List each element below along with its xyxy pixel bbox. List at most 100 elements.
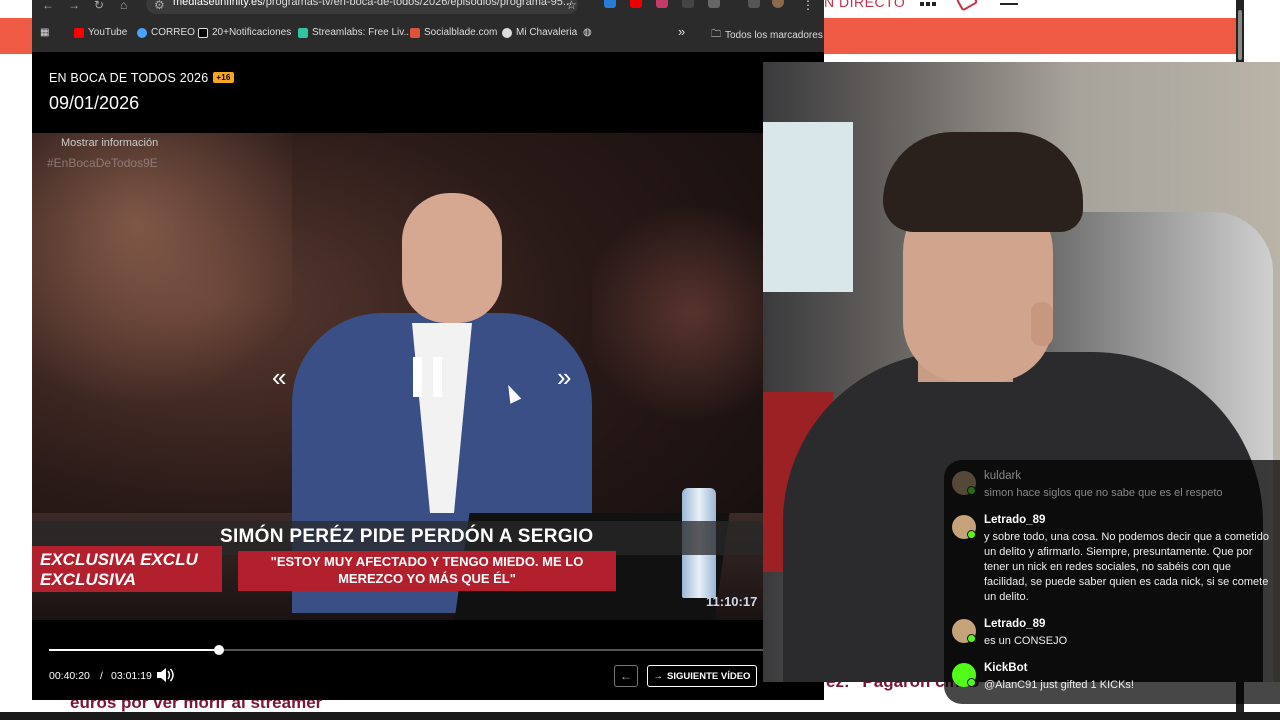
user-avatar xyxy=(952,515,976,539)
clock-icon xyxy=(502,27,512,38)
streamer-ear xyxy=(1031,302,1053,346)
reload-icon[interactable]: ↻ xyxy=(94,0,104,12)
hashtag-watermark: #EnBocaDeTodos9E xyxy=(47,156,158,170)
arrow-right-icon: → xyxy=(653,670,664,682)
studio-light xyxy=(592,193,763,433)
time-separator: / xyxy=(100,670,103,682)
folder-icon: 🗀 xyxy=(711,29,721,40)
progress-fill xyxy=(49,649,220,651)
apps-grid-icon[interactable] xyxy=(920,0,936,8)
site-info-icon[interactable]: ⚙ xyxy=(154,0,165,12)
bookmark-x-notificaciones[interactable]: 20+Notificaciones xyxy=(198,27,291,38)
show-title-text: EN BOCA DE TODOS 2026 xyxy=(49,71,209,85)
age-rating-badge: +16 xyxy=(213,72,234,83)
mail-icon xyxy=(137,27,147,38)
lower-third-headline: SIMÓN PERÉZ PIDE PERDÓN A SERGIO xyxy=(220,526,594,547)
chat-message: kuldark simon hace siglos que no sabe qu… xyxy=(952,470,1272,499)
extension-icon[interactable] xyxy=(604,0,616,8)
bookmark-youtube[interactable]: YouTube xyxy=(74,27,127,38)
browser-window-chrome: ← → ↻ ⌂ ⚙ mediasetinfinity.es/programas-… xyxy=(32,0,824,52)
globe-icon[interactable]: ◍ xyxy=(583,27,592,38)
site-right-edge xyxy=(1244,0,1280,62)
extension-icon[interactable] xyxy=(682,0,694,8)
apps-icon[interactable]: ▦ xyxy=(40,27,49,38)
chat-message: Letrado_89 es un CONSEJO xyxy=(952,618,1272,651)
bookmark-star-icon[interactable]: ☆ xyxy=(566,0,577,12)
bookmark-label: 20+Notificaciones xyxy=(212,27,292,38)
episode-date: 09/01/2026 xyxy=(49,93,140,113)
socialblade-icon xyxy=(410,27,420,38)
volume-icon[interactable] xyxy=(156,667,174,683)
badge-icon xyxy=(967,634,976,643)
url-path: /programas-tv/en-boca-de-todos/2026/epis… xyxy=(262,0,573,8)
bookmark-mi-chavaleria[interactable]: Mi Chavaleria xyxy=(502,27,577,38)
profile-avatar[interactable] xyxy=(772,0,784,8)
bookmark-streamlabs[interactable]: Streamlabs: Free Liv... xyxy=(298,27,412,38)
extensions-puzzle-icon[interactable] xyxy=(708,0,720,8)
bookmark-label: Streamlabs: Free Liv... xyxy=(312,27,412,38)
download-icon[interactable] xyxy=(748,0,760,8)
x-icon xyxy=(198,27,208,38)
bookmark-label: Socialblade.com xyxy=(424,27,498,38)
site-live-link[interactable]: N DIRECTO xyxy=(824,0,905,10)
forward-arrow-icon[interactable]: → xyxy=(68,0,80,12)
youtube-icon xyxy=(74,27,84,38)
streamer-hair xyxy=(883,132,1083,232)
kickbot-avatar xyxy=(952,663,976,687)
streamlabs-icon xyxy=(298,27,308,38)
badge-icon xyxy=(967,486,976,495)
show-info-button[interactable]: Mostrar información xyxy=(61,137,158,149)
forward-button[interactable]: » xyxy=(557,362,571,393)
url-text[interactable]: mediasetinfinity.es/programas-tv/en-boca… xyxy=(173,0,572,8)
url-host: mediasetinfinity.es xyxy=(173,0,263,8)
bookmark-label: CORREO xyxy=(151,27,195,38)
taskbar-strip xyxy=(0,712,1280,720)
youtube-extension-icon[interactable] xyxy=(630,0,642,8)
badge-icon xyxy=(967,530,976,539)
show-title: EN BOCA DE TODOS 2026 +16 xyxy=(49,71,234,85)
hamburger-menu-icon[interactable] xyxy=(1000,0,1018,8)
progress-bar[interactable] xyxy=(49,645,763,655)
chat-username: KickBot xyxy=(984,662,1028,674)
quote-text: "ESTOY MUY AFECTADO Y TENGO MIEDO. ME LO… xyxy=(270,554,584,586)
previous-video-button[interactable]: ← xyxy=(614,665,638,687)
exclusiva-line-1: EXCLUSIVA EXCLU xyxy=(40,550,198,569)
extension-icon[interactable] xyxy=(656,0,668,8)
browser-menu-icon[interactable]: ⋮ xyxy=(802,0,814,12)
total-time: 03:01:19 xyxy=(111,670,152,682)
page-scrollbar-thumb[interactable] xyxy=(1238,10,1242,60)
exclusiva-line-2: EXCLUSIVA xyxy=(40,570,137,589)
chat-message: KickBot @AlanC91 just gifted 1 KICKs! xyxy=(952,662,1272,695)
user-avatar xyxy=(952,471,976,495)
back-arrow-icon[interactable]: ← xyxy=(42,0,54,12)
current-time: 00:40:20 xyxy=(49,670,90,682)
chat-text: y sobre todo, una cosa. No podemos decir… xyxy=(984,531,1269,603)
bookmark-correo[interactable]: CORREO xyxy=(137,27,195,38)
rewind-button[interactable]: « xyxy=(272,362,286,393)
pause-button[interactable] xyxy=(413,357,443,397)
all-bookmarks-label: Todos los marcadores xyxy=(725,30,823,41)
badge-icon xyxy=(967,678,976,687)
next-video-label: SIGUIENTE VÍDEO xyxy=(667,670,751,682)
bookmark-label: Mi Chavaleria xyxy=(516,27,578,38)
next-video-button[interactable]: → SIGUIENTE VÍDEO xyxy=(647,665,757,687)
chat-message: Letrado_89 y sobre todo, una cosa. No po… xyxy=(952,514,1272,605)
screen: N DIRECTO ez: "Pagaron cinco euros por v… xyxy=(0,0,1280,720)
bookmark-label: YouTube xyxy=(88,27,128,38)
exclusiva-text: EXCLUSIVA EXCLU EXCLUSIVA xyxy=(40,550,198,590)
presenter-head xyxy=(402,193,502,323)
broadcast-clock: 11:10:17 xyxy=(706,594,758,609)
chat-username: kuldark xyxy=(984,470,1022,482)
user-avatar xyxy=(952,619,976,643)
chat-text: @AlanC91 just gifted 1 KICKs! xyxy=(984,679,1134,691)
chat-text: es un CONSEJO xyxy=(984,635,1068,647)
bookmark-socialblade[interactable]: Socialblade.com xyxy=(410,27,497,38)
all-bookmarks-button[interactable]: 🗀 Todos los marcadores xyxy=(711,27,823,44)
chat-username: Letrado_89 xyxy=(984,514,1046,526)
more-bookmarks-button[interactable]: » xyxy=(678,24,685,39)
chat-username: Letrado_89 xyxy=(984,618,1046,630)
chat-text: simon hace siglos que no sabe que es el … xyxy=(984,487,1223,499)
background-monitor xyxy=(763,122,853,292)
home-icon[interactable]: ⌂ xyxy=(120,0,127,12)
studio-light xyxy=(32,133,292,433)
